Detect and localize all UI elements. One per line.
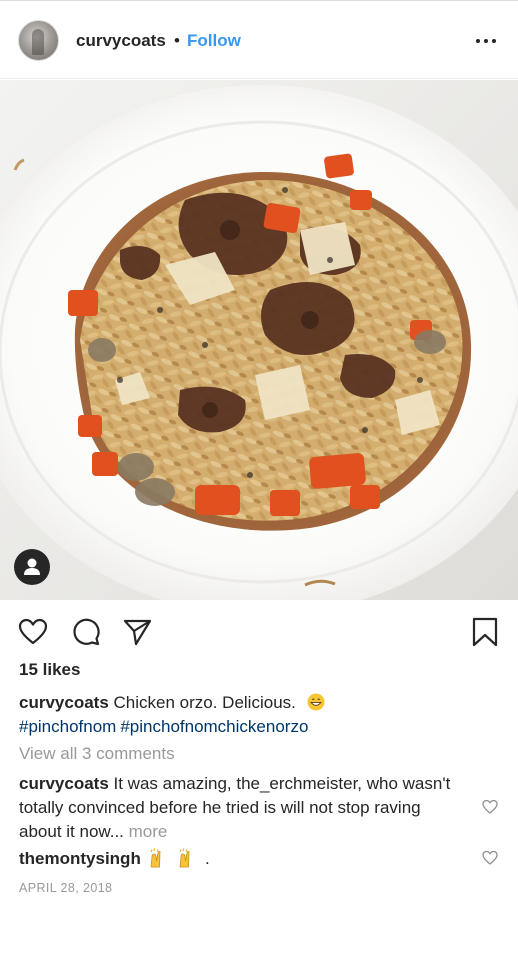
post-header: curvycoats • Follow [0,1,518,79]
heart-icon[interactable] [18,617,48,647]
comment-text: about it now... [19,822,124,841]
view-all-comments-link[interactable]: View all 3 comments [19,744,175,764]
caption-text: Chicken orzo. Delicious. [113,693,296,712]
comment-username[interactable]: themontysingh [19,849,141,868]
bookmark-icon[interactable] [470,617,500,647]
more-link[interactable]: more [129,822,168,841]
comment-trailing: . [205,849,210,868]
caption-line: curvycoats Chicken orzo. Delicious. [19,691,325,715]
comment-line: about it now... more [19,820,167,844]
comment-line: totally convinced before he tried is wil… [19,798,421,817]
follow-button[interactable]: Follow [187,31,241,51]
post-photo[interactable] [0,80,518,600]
raising-hands-emoji [179,848,190,868]
hashtags-line: #pinchofnom #pinchofnomchickenorzo [19,715,312,739]
post-actions [0,600,518,660]
share-icon[interactable] [122,617,152,647]
more-options-icon[interactable] [474,31,498,51]
user-avatar[interactable] [18,20,59,61]
comment-username[interactable]: curvycoats [19,774,109,793]
post-username[interactable]: curvycoats [76,31,166,51]
header-separator: • [174,31,180,50]
hashtag-link[interactable]: #pinchofnom [19,717,116,736]
post-date[interactable]: APRIL 28, 2018 [19,881,112,895]
likes-count[interactable]: 15 likes [19,660,80,680]
comment-like-heart-icon[interactable] [482,850,498,866]
caption-username[interactable]: curvycoats [19,693,109,712]
raising-hands-emoji [150,848,160,868]
food-bowl-image [0,85,518,600]
comment-icon[interactable] [71,617,101,647]
comment-line: curvycoats It was amazing, the_erchmeist… [19,772,450,796]
hashtag-link[interactable]: #pinchofnomchickenorzo [120,717,308,736]
grinning-face-emoji [307,693,325,711]
comment-like-heart-icon[interactable] [482,799,498,815]
user-tag-icon[interactable] [14,549,50,585]
comment-line: themontysingh . [19,847,210,871]
comment-text: It was amazing, the_erchmeister, who was… [113,774,451,793]
